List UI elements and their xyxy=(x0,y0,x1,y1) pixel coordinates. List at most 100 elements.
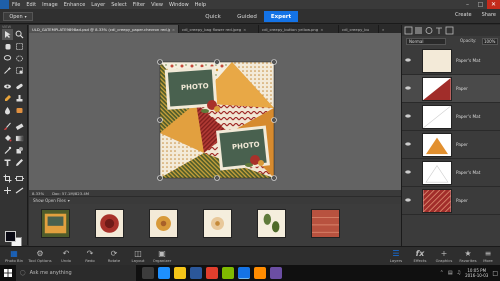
notification-icon[interactable]: □ xyxy=(492,270,498,277)
shape-tool-icon[interactable] xyxy=(14,145,25,156)
app-icon[interactable] xyxy=(254,267,266,279)
eraser-tool-icon[interactable] xyxy=(14,121,25,132)
photoshop-elements-taskbar-icon[interactable] xyxy=(238,267,250,279)
eye-icon[interactable] xyxy=(405,197,411,203)
menu-edit[interactable]: Edit xyxy=(23,2,39,8)
lasso-tool-icon[interactable] xyxy=(2,53,13,64)
menu-layer[interactable]: Layer xyxy=(88,2,108,8)
chrome-icon[interactable] xyxy=(206,267,218,279)
layer-row[interactable]: Paper xyxy=(402,75,500,103)
photo-bin-header[interactable]: Show Open Files ▾ xyxy=(29,197,401,204)
clone-stamp-tool-icon[interactable] xyxy=(14,93,25,104)
close-tab-icon[interactable]: × xyxy=(172,27,175,32)
eye-icon[interactable] xyxy=(405,113,411,119)
content-aware-move-tool-icon[interactable] xyxy=(2,185,13,196)
menu-view[interactable]: View xyxy=(148,2,166,8)
task-view-icon[interactable] xyxy=(142,267,154,279)
layer-row[interactable]: Paper's Mat xyxy=(402,103,500,131)
layout-button[interactable]: ◫ Layout xyxy=(126,248,150,265)
organizer-button[interactable]: ▣ Organizer xyxy=(150,248,174,265)
photo-bin-button[interactable]: ▦ Photo Bin xyxy=(2,248,26,265)
network-icon[interactable]: ▤ xyxy=(448,270,453,276)
magic-wand-tool-icon[interactable] xyxy=(2,65,13,76)
bin-source-dropdown[interactable]: Show Open Files xyxy=(33,198,66,203)
blur-tool-icon[interactable] xyxy=(2,105,13,116)
undo-button[interactable]: ↶ Undo xyxy=(54,248,78,265)
volume-icon[interactable]: ♫ xyxy=(457,270,461,276)
chevron-up-icon[interactable]: ⌃ xyxy=(440,270,444,276)
zoom-tool-icon[interactable] xyxy=(14,29,25,40)
menu-window[interactable]: Window xyxy=(166,2,192,8)
layer-row[interactable]: Paper xyxy=(402,187,500,215)
selection-brush-tool-icon[interactable] xyxy=(14,65,25,76)
tab-quick[interactable]: Quick xyxy=(196,11,230,22)
share-button[interactable]: Share xyxy=(482,12,496,18)
layers-button[interactable]: ☰ Layers xyxy=(384,248,408,265)
bin-thumbnail[interactable] xyxy=(203,209,232,238)
bin-thumbnail[interactable] xyxy=(95,209,124,238)
windows-start-icon[interactable] xyxy=(0,265,16,281)
eye-icon[interactable] xyxy=(405,169,411,175)
menu-help[interactable]: Help xyxy=(192,2,209,8)
spot-healing-tool-icon[interactable] xyxy=(14,81,25,92)
foreground-color-swatch[interactable] xyxy=(5,231,16,242)
app-icon[interactable] xyxy=(222,267,234,279)
redo-button[interactable]: ↷ Redo xyxy=(78,248,102,265)
rotate-button[interactable]: ⟳ Rotate xyxy=(102,248,126,265)
move-tool-icon[interactable] xyxy=(2,29,13,40)
sponge-tool-icon[interactable] xyxy=(14,105,25,116)
paint-bucket-tool-icon[interactable] xyxy=(2,133,13,144)
pencil-tool-icon[interactable] xyxy=(14,157,25,168)
smart-brush-tool-icon[interactable] xyxy=(2,93,13,104)
bin-thumbnail[interactable] xyxy=(149,209,178,238)
create-button[interactable]: Create xyxy=(455,12,472,18)
crop-tool-icon[interactable] xyxy=(2,173,13,184)
layer-row[interactable]: Paper's Mat xyxy=(402,47,500,75)
quick-selection-tool-icon[interactable] xyxy=(14,53,25,64)
cortana-search-box[interactable]: ◯ Ask me anything xyxy=(16,265,136,281)
effects-button[interactable]: fx Effects xyxy=(408,248,432,265)
bin-thumbnail[interactable] xyxy=(41,209,70,238)
maximize-icon[interactable]: □ xyxy=(474,0,487,9)
app-icon[interactable] xyxy=(270,267,282,279)
recompose-tool-icon[interactable] xyxy=(14,173,25,184)
close-tab-icon[interactable]: × xyxy=(243,27,246,32)
brush-tool-icon[interactable] xyxy=(2,121,13,132)
menu-select[interactable]: Select xyxy=(108,2,129,8)
minimize-icon[interactable]: – xyxy=(461,0,474,9)
eye-tool-icon[interactable] xyxy=(2,81,13,92)
doc-tab[interactable]: cdl_creepy_bag flower red.jpeg × xyxy=(179,25,259,33)
straighten-tool-icon[interactable] xyxy=(14,185,25,196)
type-tool-icon[interactable] xyxy=(2,157,13,168)
more-button[interactable]: ≡ More xyxy=(477,248,499,265)
layer-row[interactable]: Paper xyxy=(402,131,500,159)
opacity-input[interactable]: 100% xyxy=(482,38,498,45)
doc-tab-active[interactable]: ULD_GATEMPLATE9898ad.psd @ 8.33% (cdl_cr… xyxy=(29,25,179,33)
clock[interactable]: 10:05 PM 2016-10-03 xyxy=(465,268,488,278)
tab-guided[interactable]: Guided xyxy=(230,11,264,22)
blend-mode-select[interactable]: Normal xyxy=(406,38,446,45)
close-icon[interactable]: ✕ xyxy=(487,0,500,9)
canvas-area[interactable]: PHOTO PHOTO xyxy=(29,33,401,190)
eyedropper-tool-icon[interactable] xyxy=(2,145,13,156)
more-tabs-icon[interactable]: » xyxy=(379,25,401,33)
file-explorer-icon[interactable] xyxy=(174,267,186,279)
tab-expert[interactable]: Expert xyxy=(264,11,298,22)
zoom-readout[interactable]: 8.33% xyxy=(32,191,44,196)
layer-row[interactable]: Paper's Mat xyxy=(402,159,500,187)
bin-thumbnail[interactable] xyxy=(311,209,340,238)
close-tab-icon[interactable]: × xyxy=(320,27,323,32)
tool-options-button[interactable]: ⚙ Tool Options xyxy=(28,248,52,265)
bin-thumbnail[interactable] xyxy=(257,209,286,238)
graphics-button[interactable]: + Graphics xyxy=(432,248,456,265)
menu-image[interactable]: Image xyxy=(39,2,61,8)
gradient-tool-icon[interactable] xyxy=(14,133,25,144)
menu-filter[interactable]: Filter xyxy=(130,2,148,8)
eye-icon[interactable] xyxy=(405,85,411,91)
doc-tab[interactable]: cdl_creepy_bu xyxy=(339,25,379,33)
edge-icon[interactable] xyxy=(158,267,170,279)
menu-enhance[interactable]: Enhance xyxy=(61,2,89,8)
open-button[interactable]: Open ▾ xyxy=(3,12,33,21)
eye-icon[interactable] xyxy=(405,141,411,147)
scrapbook-canvas[interactable] xyxy=(29,33,401,190)
